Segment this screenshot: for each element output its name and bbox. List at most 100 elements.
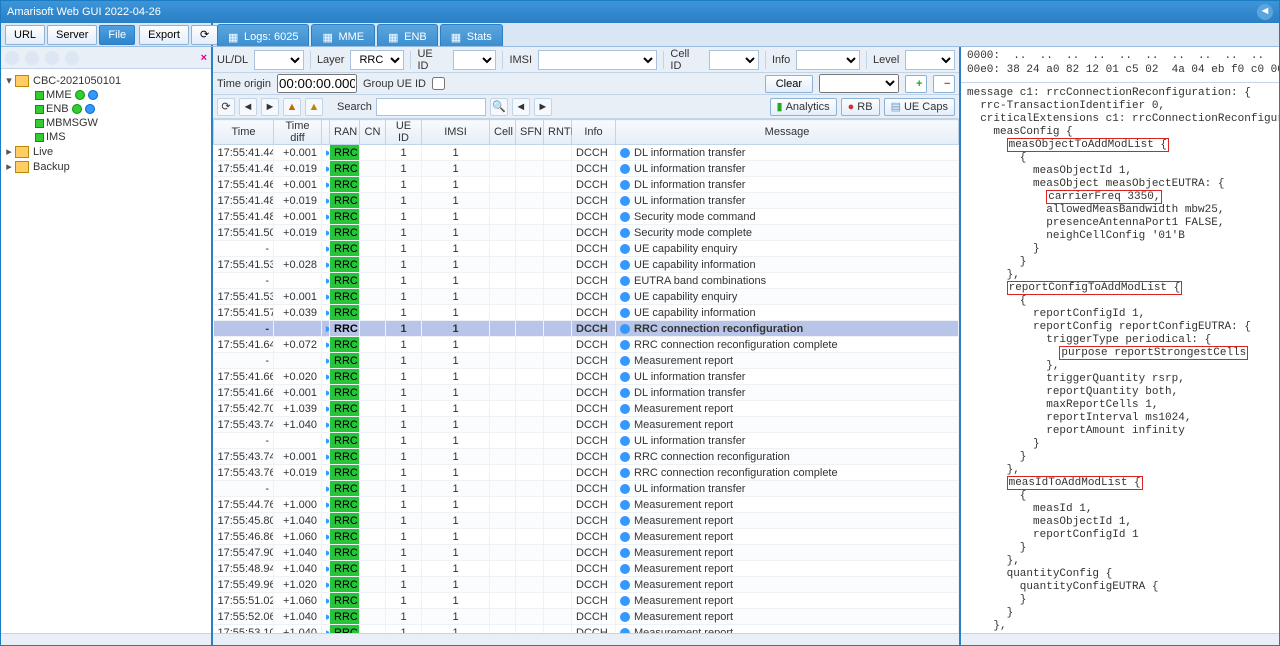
log-row[interactable]: 17:55:43.765+0.019▸RRC11DCCHRRC connecti… <box>214 465 959 481</box>
server-button[interactable]: Server <box>47 25 97 45</box>
binoculars-icon[interactable]: 🔍 <box>490 98 508 116</box>
log-row[interactable]: 17:55:52.065+1.040▸RRC11DCCHMeasurement … <box>214 609 959 625</box>
col-header[interactable]: Time <box>214 120 274 145</box>
search-next-icon[interactable]: ► <box>534 98 552 116</box>
cellid-select[interactable] <box>709 50 759 70</box>
log-row[interactable]: 17:55:41.505+0.019▸RRC11DCCHSecurity mod… <box>214 225 959 241</box>
hscroll[interactable] <box>961 633 1279 645</box>
tab-stats[interactable]: ▦Stats <box>440 24 503 46</box>
preset-select[interactable] <box>819 74 899 93</box>
tree-item[interactable]: MBMSGW <box>3 116 209 130</box>
search-prev-icon[interactable]: ◄ <box>512 98 530 116</box>
log-row[interactable]: 17:55:43.746+0.001▸RRC11DCCHRRC connecti… <box>214 449 959 465</box>
col-header[interactable]: Info <box>572 120 616 145</box>
col-header[interactable]: Message <box>616 120 959 145</box>
hscroll[interactable] <box>213 633 959 645</box>
clear-button[interactable]: Clear <box>765 75 813 93</box>
info-icon <box>620 580 630 590</box>
log-row[interactable]: -▸RRC11DCCHUL information transfer <box>214 433 959 449</box>
col-header[interactable]: UE ID <box>386 120 422 145</box>
tab-enb[interactable]: ▦ENB <box>377 24 438 46</box>
add-button[interactable]: + <box>905 75 927 93</box>
log-row[interactable]: 17:55:41.486+0.001▸RRC11DCCHSecurity mod… <box>214 209 959 225</box>
info-select[interactable] <box>796 50 860 70</box>
ueid-select[interactable] <box>453 50 497 70</box>
tool-icon[interactable] <box>65 51 79 65</box>
col-header[interactable]: CN <box>360 120 386 145</box>
hscroll[interactable] <box>1 633 211 645</box>
rb-button[interactable]: ●RB <box>841 98 880 116</box>
tree-item[interactable]: ▸Live <box>3 144 209 159</box>
uecaps-button[interactable]: ▤UE Caps <box>884 98 955 116</box>
expand-icon[interactable]: ▸ <box>3 145 15 158</box>
expand-icon[interactable]: ▾ <box>3 74 15 87</box>
log-table-wrap[interactable]: TimeTime diff RANCNUE IDIMSICellSFNRNTIIn… <box>213 119 959 633</box>
log-row[interactable]: 17:55:41.485+0.019▸RRC11DCCHUL informati… <box>214 193 959 209</box>
log-row[interactable]: 17:55:51.025+1.060▸RRC11DCCHMeasurement … <box>214 593 959 609</box>
message-tree[interactable]: message c1: rrcConnectionReconfiguration… <box>961 83 1279 633</box>
level-select[interactable] <box>905 50 955 70</box>
info-icon <box>620 244 630 254</box>
log-row[interactable]: 17:55:41.573+0.039▸RRC11DCCHUE capabilit… <box>214 305 959 321</box>
close-icon[interactable]: × <box>201 52 207 64</box>
collapse-sidebar-icon[interactable]: ◄ <box>1257 4 1273 20</box>
tab-mme[interactable]: ▦MME <box>311 24 375 46</box>
col-header[interactable]: RNTI <box>544 120 572 145</box>
col-header[interactable]: Cell <box>490 120 516 145</box>
log-row[interactable]: 17:55:48.945+1.040▸RRC11DCCHMeasurement … <box>214 561 959 577</box>
tool-icon[interactable] <box>5 51 19 65</box>
log-row[interactable]: 17:55:41.466+0.019▸RRC11DCCHUL informati… <box>214 161 959 177</box>
imsi-select[interactable] <box>538 50 657 70</box>
log-row[interactable]: 17:55:44.765+1.000▸RRC11DCCHMeasurement … <box>214 497 959 513</box>
file-button[interactable]: File <box>99 25 135 45</box>
alert-icon[interactable]: ▲ <box>305 98 323 116</box>
col-header[interactable]: IMSI <box>422 120 490 145</box>
tree-item[interactable]: ▸Backup <box>3 159 209 174</box>
log-row[interactable]: 17:55:41.446+0.001▸RRC11DCCHDL informati… <box>214 145 959 161</box>
col-header[interactable]: RAN <box>330 120 360 145</box>
warn-icon[interactable]: ▲ <box>283 98 301 116</box>
analytics-button[interactable]: ▮Analytics <box>770 98 837 116</box>
log-row[interactable]: -▸RRC11DCCHEUTRA band combinations <box>214 273 959 289</box>
log-row[interactable]: 17:55:41.665+0.020▸RRC11DCCHUL informati… <box>214 369 959 385</box>
log-row[interactable]: 17:55:41.534+0.001▸RRC11DCCHUE capabilit… <box>214 289 959 305</box>
log-row[interactable]: 17:55:53.105+1.040▸RRC11DCCHMeasurement … <box>214 625 959 634</box>
log-row[interactable]: -▸RRC11DCCHRRC connection reconfiguratio… <box>214 321 959 337</box>
time-origin-input[interactable] <box>277 74 357 93</box>
nav-back-icon[interactable]: ◄ <box>239 98 257 116</box>
log-row[interactable]: 17:55:41.666+0.001▸RRC11DCCHDL informati… <box>214 385 959 401</box>
log-row[interactable]: -▸RRC11DCCHUL information transfer <box>214 481 959 497</box>
nav-fwd-icon[interactable]: ► <box>261 98 279 116</box>
log-row[interactable]: 17:55:41.533+0.028▸RRC11DCCHUE capabilit… <box>214 257 959 273</box>
log-row[interactable]: 17:55:46.865+1.060▸RRC11DCCHMeasurement … <box>214 529 959 545</box>
layer-select[interactable]: RRC <box>350 50 404 70</box>
log-row[interactable]: -▸RRC11DCCHUE capability enquiry <box>214 241 959 257</box>
col-header[interactable] <box>322 120 330 145</box>
log-row[interactable]: 17:55:43.745+1.040▸RRC11DCCHMeasurement … <box>214 417 959 433</box>
tree-item[interactable]: ▾CBC-2021050101 <box>3 73 209 88</box>
export-button[interactable]: Export <box>139 25 189 45</box>
search-input[interactable] <box>376 98 486 116</box>
remove-button[interactable]: − <box>933 75 955 93</box>
tree-item[interactable]: ENB <box>3 102 209 116</box>
log-row[interactable]: 17:55:42.705+1.039▸RRC11DCCHMeasurement … <box>214 401 959 417</box>
group-ueid-check[interactable] <box>432 77 445 90</box>
col-header[interactable]: SFN <box>516 120 544 145</box>
log-row[interactable]: 17:55:47.905+1.040▸RRC11DCCHMeasurement … <box>214 545 959 561</box>
log-row[interactable]: 17:55:41.645+0.072▸RRC11DCCHRRC connecti… <box>214 337 959 353</box>
expand-icon[interactable]: ▸ <box>3 160 15 173</box>
log-row[interactable]: -▸RRC11DCCHMeasurement report <box>214 353 959 369</box>
log-row[interactable]: 17:55:49.965+1.020▸RRC11DCCHMeasurement … <box>214 577 959 593</box>
detail-line: maxReportCells 1, <box>967 399 1273 412</box>
tree-item[interactable]: IMS <box>3 130 209 144</box>
tool-icon[interactable] <box>25 51 39 65</box>
col-header[interactable]: Time diff <box>274 120 322 145</box>
tab-logs[interactable]: ▦Logs: 6025 <box>217 24 309 46</box>
log-row[interactable]: 17:55:45.805+1.040▸RRC11DCCHMeasurement … <box>214 513 959 529</box>
url-button[interactable]: URL <box>5 25 45 45</box>
uldl-select[interactable] <box>254 50 304 70</box>
tool-icon[interactable] <box>45 51 59 65</box>
log-row[interactable]: 17:55:41.466+0.001▸RRC11DCCHDL informati… <box>214 177 959 193</box>
tree-item[interactable]: MME <box>3 88 209 102</box>
reload-icon[interactable]: ⟳ <box>217 98 235 116</box>
